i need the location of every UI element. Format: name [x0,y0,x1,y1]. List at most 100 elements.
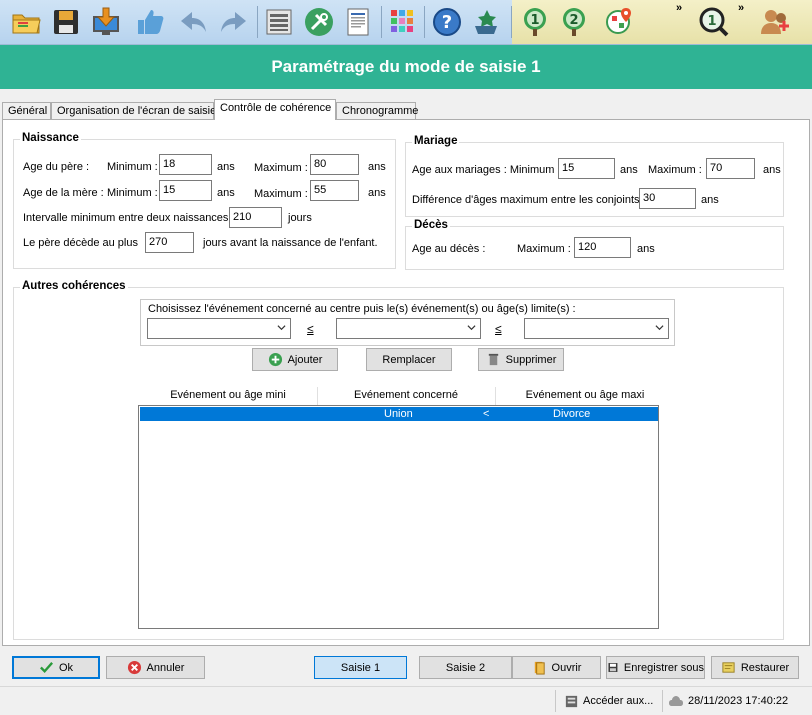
tab-organisation[interactable]: Organisation de l'écran de saisie [51,102,216,120]
search-1-icon[interactable]: 1 [697,4,731,40]
deces-age-label: Age au décès : [412,243,486,255]
toolbar-overflow-2[interactable]: » [738,2,744,14]
coherence-list[interactable]: Union < Divorce [138,405,659,629]
deces-max-unit: ans [637,243,655,255]
svg-text:1: 1 [530,13,539,28]
save-as-label: Enregistrer sous [623,661,704,674]
add-icon [268,352,282,367]
thumbs-up-icon[interactable] [133,4,167,40]
svg-text:?: ? [442,12,452,33]
less-equal-1: ≤ [307,322,314,336]
trash-icon [488,353,498,366]
deces-title: Décès [412,219,450,231]
tools-icon[interactable] [302,4,336,40]
pere-max-label: Maximum : [254,162,308,174]
register-icon [565,695,578,708]
intervalle-input[interactable]: 210 [229,207,282,228]
register-icon[interactable] [262,4,296,40]
list-header: Evénement ou âge mini Evénement concerné… [139,387,659,405]
mariage-max-input[interactable]: 70 [706,158,755,179]
map-pin-icon[interactable] [603,4,637,40]
col-concerne-header[interactable]: Evénement concerné [317,389,495,401]
event-concerne-combo[interactable] [336,318,481,339]
tab-controle-coherence[interactable]: Contrôle de cohérence [214,99,336,120]
add-person-icon[interactable] [758,4,792,40]
event-min-combo[interactable] [147,318,291,339]
add-label: Ajouter [287,353,323,366]
saisie2-button[interactable]: Saisie 2 [419,656,512,679]
status-bar: Accéder aux... 28/11/2023 17:40:22 [0,686,812,715]
delete-label: Supprimer [505,353,557,366]
save-as-button[interactable]: Enregistrer sous [606,656,705,679]
window-title: Paramétrage du mode de saisie 1 [0,45,812,89]
autres-coherences-title: Autres cohérences [20,280,128,292]
tree-1-icon[interactable]: 1 [518,4,552,40]
help-icon[interactable]: ? [430,4,464,40]
chevron-down-icon [467,325,476,331]
mere-max-unit: ans [368,187,386,199]
tab-general[interactable]: Général [2,102,51,120]
event-prompt: Choisissez l'événement concerné au centr… [148,303,576,315]
saisie1-button[interactable]: Saisie 1 [314,656,407,679]
open-folder-icon[interactable] [9,4,43,40]
mariage-title: Mariage [412,135,460,147]
access-status[interactable]: Accéder aux... [583,695,653,707]
cloud-icon [669,696,683,706]
pere-max-input[interactable]: 80 [310,154,359,175]
cancel-button[interactable]: Annuler [106,656,205,679]
saisie2-label: Saisie 2 [445,661,486,674]
undo-icon[interactable] [177,4,211,40]
mariage-diff-label: Différence d'âges maximum entre les conj… [412,194,646,206]
color-palette-icon[interactable] [386,4,420,40]
cancel-label: Annuler [146,661,185,674]
restore-icon [722,662,735,673]
tree-2-icon[interactable]: 2 [557,4,591,40]
event-max-combo[interactable] [524,318,669,339]
pere-age-label: Age du père : [23,161,90,173]
mariage-max-label: Maximum : [648,164,702,176]
intervalle-unit: jours [288,212,312,224]
import-icon[interactable] [89,4,123,40]
ok-button[interactable]: Ok [12,656,100,679]
col-mini-header[interactable]: Evénement ou âge mini [139,389,317,401]
mariage-min-unit: ans [620,164,638,176]
pere-min-input[interactable]: 18 [159,154,212,175]
open-book-icon [534,661,545,675]
ok-label: Ok [58,661,74,674]
mere-min-label: Minimum : [107,187,158,199]
mere-max-input[interactable]: 55 [310,180,359,201]
document-icon[interactable] [341,4,375,40]
datetime-status: 28/11/2023 17:40:22 [688,695,789,707]
deces-max-input[interactable]: 120 [574,237,631,258]
mariage-min-input[interactable]: 15 [558,158,615,179]
saisie1-label: Saisie 1 [340,661,381,674]
pere-max-unit: ans [368,161,386,173]
save-icon[interactable] [49,4,83,40]
redo-icon[interactable] [216,4,250,40]
mere-min-unit: ans [217,187,235,199]
mariage-diff-unit: ans [701,194,719,206]
pere-decede-input[interactable]: 270 [145,232,194,253]
mere-min-input[interactable]: 15 [159,180,212,201]
row-concerne: Union [384,408,413,420]
less-equal-2: ≤ [495,322,502,336]
toolbar-overflow-1[interactable]: » [676,2,682,14]
mere-max-label: Maximum : [254,188,308,200]
add-button[interactable]: Ajouter [252,348,338,371]
delete-button[interactable]: Supprimer [478,348,564,371]
table-row[interactable]: Union < Divorce [140,407,658,421]
open-button[interactable]: Ouvrir [512,656,601,679]
mariage-age-label: Age aux mariages : Minimum : [412,164,561,176]
tab-chronogramme[interactable]: Chronogramme [336,102,418,120]
svg-text:1: 1 [707,14,716,29]
pere-min-label: Minimum : [107,161,158,173]
restore-label: Restaurer [740,661,790,674]
col-maxi-header[interactable]: Evénement ou âge maxi [495,389,675,401]
replace-label: Remplacer [382,353,436,366]
mariage-diff-input[interactable]: 30 [639,188,696,209]
restore-button[interactable]: Restaurer [711,656,799,679]
save-as-icon [608,663,618,672]
plant-icon[interactable] [470,4,504,40]
deces-max-label: Maximum : [517,243,571,255]
replace-button[interactable]: Remplacer [366,348,452,371]
